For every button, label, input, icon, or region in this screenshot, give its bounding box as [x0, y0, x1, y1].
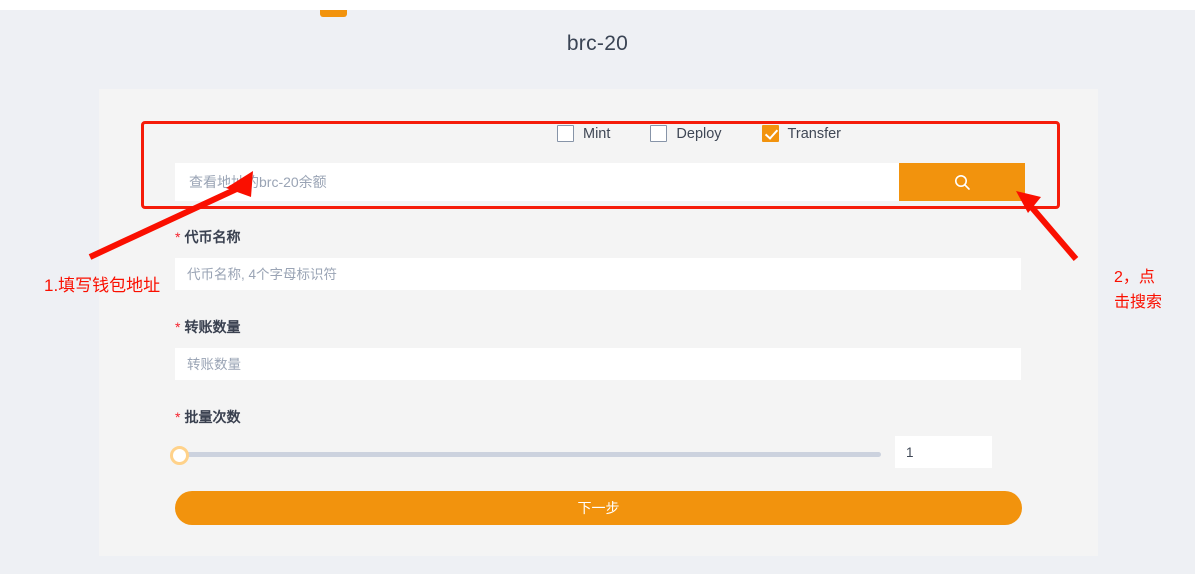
- checkbox-deploy-icon[interactable]: [650, 125, 668, 142]
- batch-count-input[interactable]: [895, 436, 992, 468]
- token-name-required-mark: *: [175, 229, 181, 245]
- page-background: brc-20 Mint Deploy Transfer 查看地址的brc-20余…: [0, 10, 1195, 574]
- checkbox-item-transfer[interactable]: Transfer: [761, 125, 841, 142]
- page-title: brc-20: [566, 32, 629, 55]
- checkbox-deploy-label: Deploy: [676, 125, 722, 142]
- token-name-input[interactable]: [175, 258, 1021, 290]
- checkbox-item-mint[interactable]: Mint: [557, 125, 610, 142]
- address-search-input[interactable]: [175, 163, 899, 201]
- slider-handle[interactable]: [170, 446, 189, 465]
- annotation-left-text: 1.填写钱包地址: [44, 276, 161, 295]
- token-name-label-text: 代币名称: [184, 229, 241, 245]
- checkbox-item-deploy[interactable]: Deploy: [650, 125, 722, 142]
- batch-count-slider[interactable]: [170, 444, 881, 465]
- checkbox-mint-icon[interactable]: [557, 125, 574, 142]
- top-tab-indicator: [320, 10, 347, 17]
- annotation-right-text: 2，点 击搜索: [1114, 265, 1162, 315]
- operation-type-group: Mint Deploy Transfer: [399, 125, 999, 142]
- batch-count-label: * 批量次数: [175, 407, 240, 427]
- address-search-row: [175, 163, 1025, 201]
- transfer-amount-label: * 转账数量: [175, 317, 240, 337]
- transfer-amount-input[interactable]: [175, 348, 1021, 380]
- slider-track[interactable]: [175, 452, 881, 457]
- checkbox-mint-label: Mint: [583, 125, 611, 142]
- transfer-amount-required-mark: *: [175, 319, 181, 335]
- annotation-right-line1: 2，点: [1114, 269, 1155, 286]
- search-icon: [954, 174, 970, 190]
- brc20-form-card: Mint Deploy Transfer *代币名称: [99, 89, 1098, 556]
- batch-count-required-mark: *: [175, 409, 181, 425]
- batch-count-label-text: 批量次数: [184, 409, 241, 425]
- next-step-button[interactable]: 下一步: [175, 491, 1022, 525]
- annotation-right-line2: 击搜索: [1114, 294, 1163, 311]
- search-button[interactable]: [899, 163, 1025, 201]
- checkbox-transfer-icon[interactable]: [761, 125, 779, 142]
- token-name-label: * 代币名称: [175, 227, 240, 247]
- transfer-amount-label-text: 转账数量: [184, 319, 241, 335]
- checkbox-transfer-label: Transfer: [787, 125, 841, 142]
